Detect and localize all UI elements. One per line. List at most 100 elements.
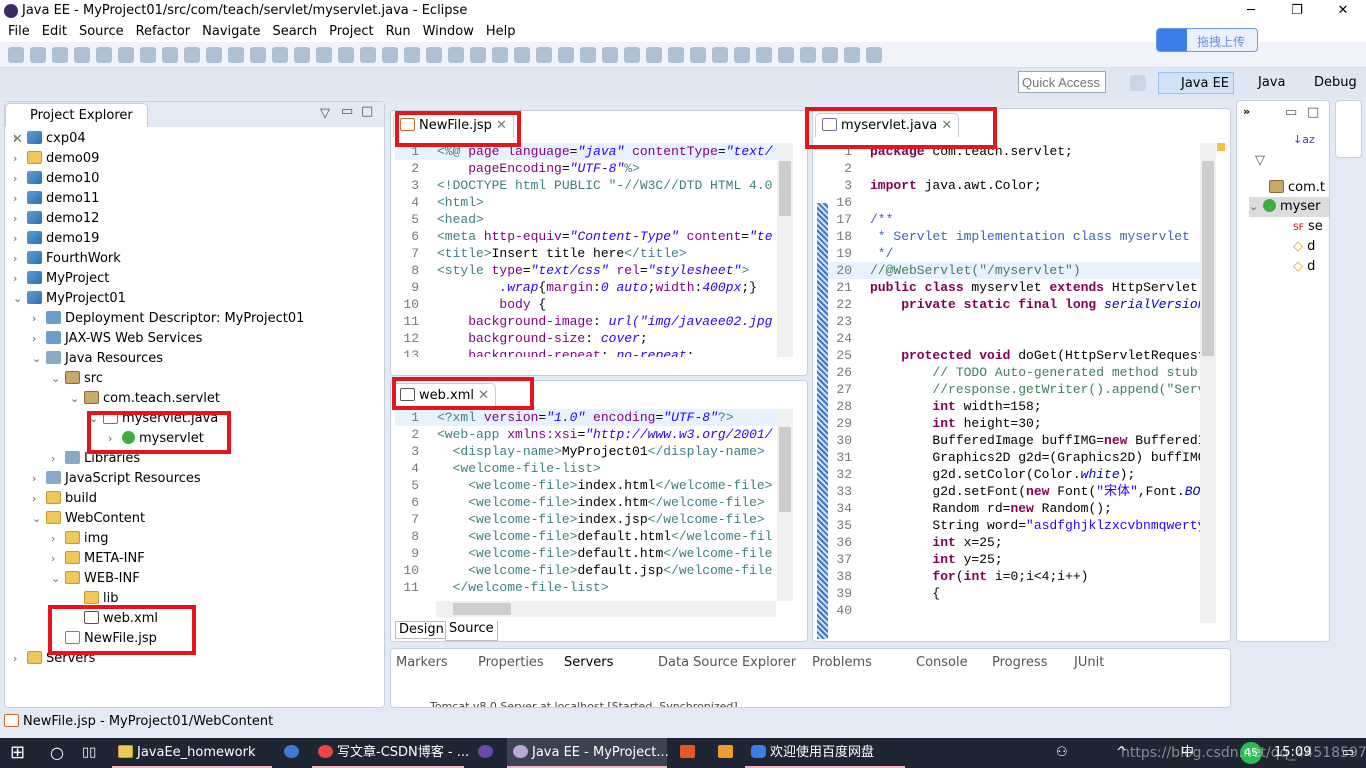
- tab-junit[interactable]: JUnit: [1074, 655, 1104, 670]
- code-line[interactable]: 37 int y=25;: [828, 551, 1200, 568]
- code-line[interactable]: 7 <title>Insert title here</title>: [395, 245, 777, 262]
- code-line[interactable]: 25 protected void doGet(HttpServletReque…: [828, 347, 1200, 364]
- toolbar-button-icon[interactable]: [668, 46, 684, 63]
- code-line[interactable]: 19 */: [828, 245, 1200, 262]
- sort-az-icon[interactable]: ↓az: [1293, 133, 1315, 146]
- tab-myservlet-java[interactable]: myservlet.java ✕: [815, 113, 960, 137]
- chevron-right-icon[interactable]: ›: [13, 229, 27, 249]
- toolbar-button-icon[interactable]: [580, 46, 596, 63]
- tree-item[interactable]: ⌄ WEB-INF: [51, 569, 140, 589]
- tree-item[interactable]: NewFile.jsp: [51, 629, 157, 649]
- tab-source[interactable]: Source: [445, 621, 498, 641]
- server-row[interactable]: Tomcat v8.0 Server at localhost [Started…: [430, 700, 738, 707]
- code-line[interactable]: 10 body {: [395, 296, 777, 313]
- chevron-right-icon[interactable]: ›: [13, 169, 27, 189]
- close-icon[interactable]: ✕: [941, 118, 952, 133]
- baidu-upload-widget[interactable]: 拖拽上传: [1156, 28, 1258, 52]
- tab-data-source-explorer[interactable]: Data Source Explorer: [658, 655, 796, 670]
- chevron-down-icon[interactable]: ⌄: [70, 389, 84, 409]
- chevron-right-icon[interactable]: ›: [13, 129, 27, 149]
- toolbar-button-icon[interactable]: [624, 46, 640, 63]
- eclipse-taskbar-icon[interactable]: [472, 738, 502, 768]
- chevron-right-icon[interactable]: ›: [51, 549, 65, 569]
- close-button[interactable]: ✕: [1320, 0, 1366, 22]
- minimize-view-icon[interactable]: ▭: [1285, 105, 1297, 120]
- toolbar-button-icon[interactable]: [426, 46, 442, 63]
- people-icon[interactable]: ⚇: [1050, 738, 1068, 768]
- chevron-down-icon[interactable]: ⌄: [51, 369, 65, 389]
- tree-item[interactable]: ⌄ MyProject01: [13, 289, 126, 309]
- code-line[interactable]: 4 <welcome-file-list>: [395, 460, 777, 477]
- code-line[interactable]: 18 * Servlet implementation class myserv…: [828, 228, 1200, 245]
- toolbar-button-icon[interactable]: [492, 46, 508, 63]
- toolbar-button-icon[interactable]: [184, 46, 200, 63]
- open-perspective-icon[interactable]: [1130, 75, 1146, 91]
- vertical-scrollbar[interactable]: [777, 143, 793, 357]
- minimized-trim-stack[interactable]: [1335, 100, 1362, 158]
- xml-code-area[interactable]: 1 <?xml version="1.0" encoding="UTF-8"?> 2…: [395, 409, 777, 601]
- chevron-right-icon[interactable]: ›: [13, 249, 27, 269]
- toolbar-button-icon[interactable]: [712, 46, 728, 63]
- chevron-right-icon[interactable]: ›: [32, 489, 46, 509]
- toolbar-button-icon[interactable]: [52, 46, 68, 63]
- code-line[interactable]: 34 Random rd=new Random();: [828, 500, 1200, 517]
- toolbar-button-icon[interactable]: [536, 46, 552, 63]
- toolbar-button-icon[interactable]: [206, 46, 222, 63]
- sublime-icon[interactable]: [712, 738, 742, 768]
- tree-item[interactable]: › build: [32, 489, 97, 509]
- chevron-right-icon[interactable]: ›: [32, 309, 46, 329]
- taskbar-app-icon[interactable]: [278, 738, 308, 768]
- code-line[interactable]: 2 <web-app xmlns:xsi="http://www.w3.org/2…: [395, 426, 777, 443]
- tree-item[interactable]: › MyProject: [13, 269, 109, 289]
- perspective-java-ee[interactable]: Java EE: [1158, 72, 1235, 94]
- code-line[interactable]: 39 {: [828, 585, 1200, 602]
- code-line[interactable]: 3 <!DOCTYPE html PUBLIC "-//W3C//DTD HTML…: [395, 177, 777, 194]
- tab-project-explorer[interactable]: Project Explorer ✕: [5, 103, 148, 147]
- toolbar-button-icon[interactable]: [272, 46, 288, 63]
- tree-item[interactable]: › Deployment Descriptor: MyProject01: [32, 309, 304, 329]
- code-line[interactable]: 29 int height=30;: [828, 415, 1200, 432]
- toolbar-button-icon[interactable]: [866, 46, 882, 63]
- code-line[interactable]: 1 <%@ page language="java" contentType="t…: [395, 143, 777, 160]
- toolbar-button-icon[interactable]: [800, 46, 816, 63]
- menu-help[interactable]: Help: [482, 22, 524, 42]
- tree-item[interactable]: lib: [70, 589, 118, 609]
- tree-item[interactable]: › demo11: [13, 189, 99, 209]
- code-line[interactable]: 36 int x=25;: [828, 534, 1200, 551]
- tray-chevron-icon[interactable]: ^: [1110, 738, 1127, 768]
- menu-navigate[interactable]: Navigate: [198, 22, 268, 42]
- html-editor-icon[interactable]: [674, 738, 704, 768]
- code-line[interactable]: 16: [828, 194, 1200, 211]
- code-line[interactable]: 11 background-image: url("img/javaee02.j…: [395, 313, 777, 330]
- tab-servers[interactable]: Servers: [564, 655, 614, 670]
- minimize-button[interactable]: ─: [1228, 0, 1274, 22]
- chevron-down-icon[interactable]: ⌄: [32, 509, 46, 529]
- quick-access-input[interactable]: [1018, 71, 1106, 93]
- code-line[interactable]: 7 <welcome-file>index.jsp</welcome-file>: [395, 511, 777, 528]
- maximize-button[interactable]: ❐: [1274, 0, 1320, 22]
- close-icon[interactable]: ✕: [496, 118, 507, 133]
- menu-window[interactable]: Window: [419, 22, 482, 42]
- outline-item-method[interactable]: ◇ d: [1293, 257, 1315, 277]
- more-views-icon[interactable]: »: [1243, 105, 1250, 118]
- tree-item[interactable]: › img: [51, 529, 109, 549]
- vertical-scrollbar[interactable]: [777, 409, 793, 601]
- toolbar-button-icon[interactable]: [316, 46, 332, 63]
- code-line[interactable]: 6 <welcome-file>index.htm</welcome-file>: [395, 494, 777, 511]
- code-line[interactable]: 21 public class myservlet extends HttpSer…: [828, 279, 1200, 296]
- tree-item[interactable]: ⌄ com.teach.servlet: [70, 389, 220, 409]
- tree-item[interactable]: › Libraries: [51, 449, 140, 469]
- code-line[interactable]: 20 //@WebServlet("/myservlet"): [828, 262, 1200, 279]
- chevron-right-icon[interactable]: ›: [32, 329, 46, 349]
- toolbar-button-icon[interactable]: [404, 46, 420, 63]
- chevron-down-icon[interactable]: ⌄: [51, 569, 65, 589]
- tab-newfile-jsp[interactable]: NewFile.jsp ✕: [393, 113, 514, 137]
- task-view-icon[interactable]: ▯▯: [76, 738, 104, 768]
- tree-item[interactable]: › demo12: [13, 209, 99, 229]
- code-line[interactable]: 13 background-repeat: no-repeat;: [395, 347, 777, 357]
- search-icon[interactable]: ○: [44, 738, 68, 768]
- maximize-view-icon[interactable]: □: [361, 104, 373, 119]
- toolbar-button-icon[interactable]: [360, 46, 376, 63]
- overview-warning-marker[interactable]: [1217, 143, 1225, 151]
- tree-item[interactable]: › JavaScript Resources: [32, 469, 201, 489]
